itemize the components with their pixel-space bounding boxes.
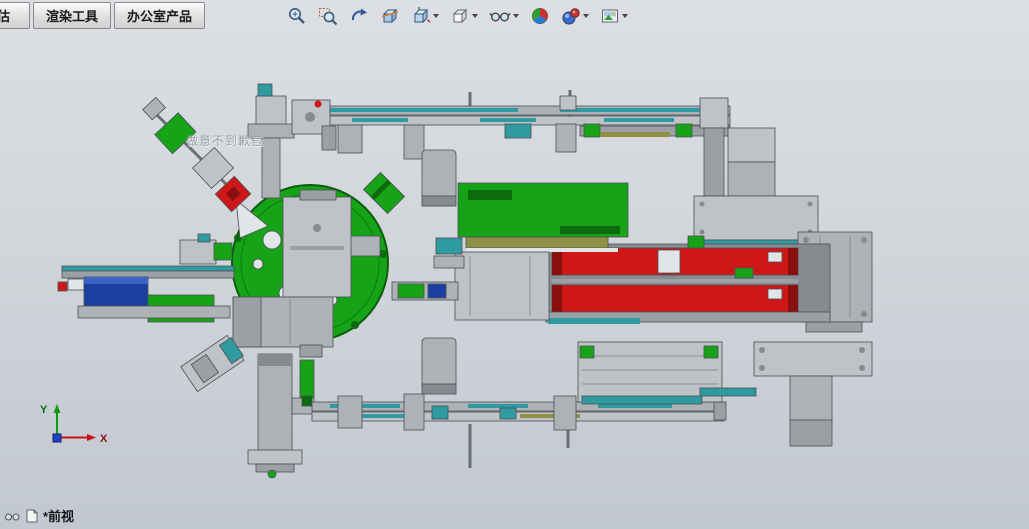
sheet-icon [26, 508, 38, 522]
heads-up-toolbar [286, 5, 629, 27]
display-style-icon[interactable] [449, 5, 479, 27]
view-settings-dropdown-icon[interactable] [622, 14, 628, 18]
model-bottom-conveyor[interactable] [311, 393, 727, 468]
view-orientation-dropdown-icon[interactable] [433, 14, 439, 18]
model-upper-right-block[interactable] [727, 127, 776, 197]
edit-appearance-icon[interactable] [529, 5, 551, 27]
hide-show-items-icon[interactable] [488, 5, 520, 27]
model-canvas[interactable] [0, 0, 1029, 529]
display-style-dropdown-icon[interactable] [472, 14, 478, 18]
zoom-to-area-icon[interactable] [317, 5, 339, 27]
model-lower-column[interactable] [247, 353, 315, 479]
axis-y-label: Y [40, 404, 48, 416]
model-center-posts[interactable] [421, 149, 457, 395]
apply-scene-dropdown-icon[interactable] [583, 14, 589, 18]
orientation-triad: Y X [40, 404, 108, 445]
model-dial-base-box[interactable] [232, 296, 334, 358]
eyeglasses-icon [5, 513, 20, 520]
model-bottom-right-blocks[interactable] [699, 341, 873, 447]
view-settings-icon[interactable] [599, 5, 629, 27]
view-orientation-icon[interactable] [410, 5, 440, 27]
tab-render-tools[interactable]: 渲染工具 [33, 2, 112, 29]
previous-view-icon[interactable] [348, 5, 370, 27]
model-green-fixture-plate[interactable] [457, 182, 629, 252]
model-upper-left-arm[interactable] [142, 96, 252, 213]
tab-office-products[interactable]: 办公室产品 [114, 2, 206, 29]
cad-window: 估 渲染工具 办公室产品 [0, 0, 1029, 529]
watermark-note: 做意不到歉苞 [186, 134, 265, 148]
command-tabs: 估 渲染工具 办公室产品 [0, 2, 206, 29]
axis-x-label: X [100, 433, 108, 445]
view-label: *前视 [4, 506, 74, 525]
model-left-feeder[interactable] [57, 233, 235, 323]
hide-show-dropdown-icon[interactable] [513, 14, 519, 18]
tab-evaluate-partial[interactable]: 估 [0, 2, 30, 29]
zoom-to-fit-icon[interactable] [286, 5, 308, 27]
apply-scene-icon[interactable] [560, 5, 590, 27]
section-view-icon[interactable] [379, 5, 401, 27]
view-name-text: *前视 [43, 509, 75, 524]
